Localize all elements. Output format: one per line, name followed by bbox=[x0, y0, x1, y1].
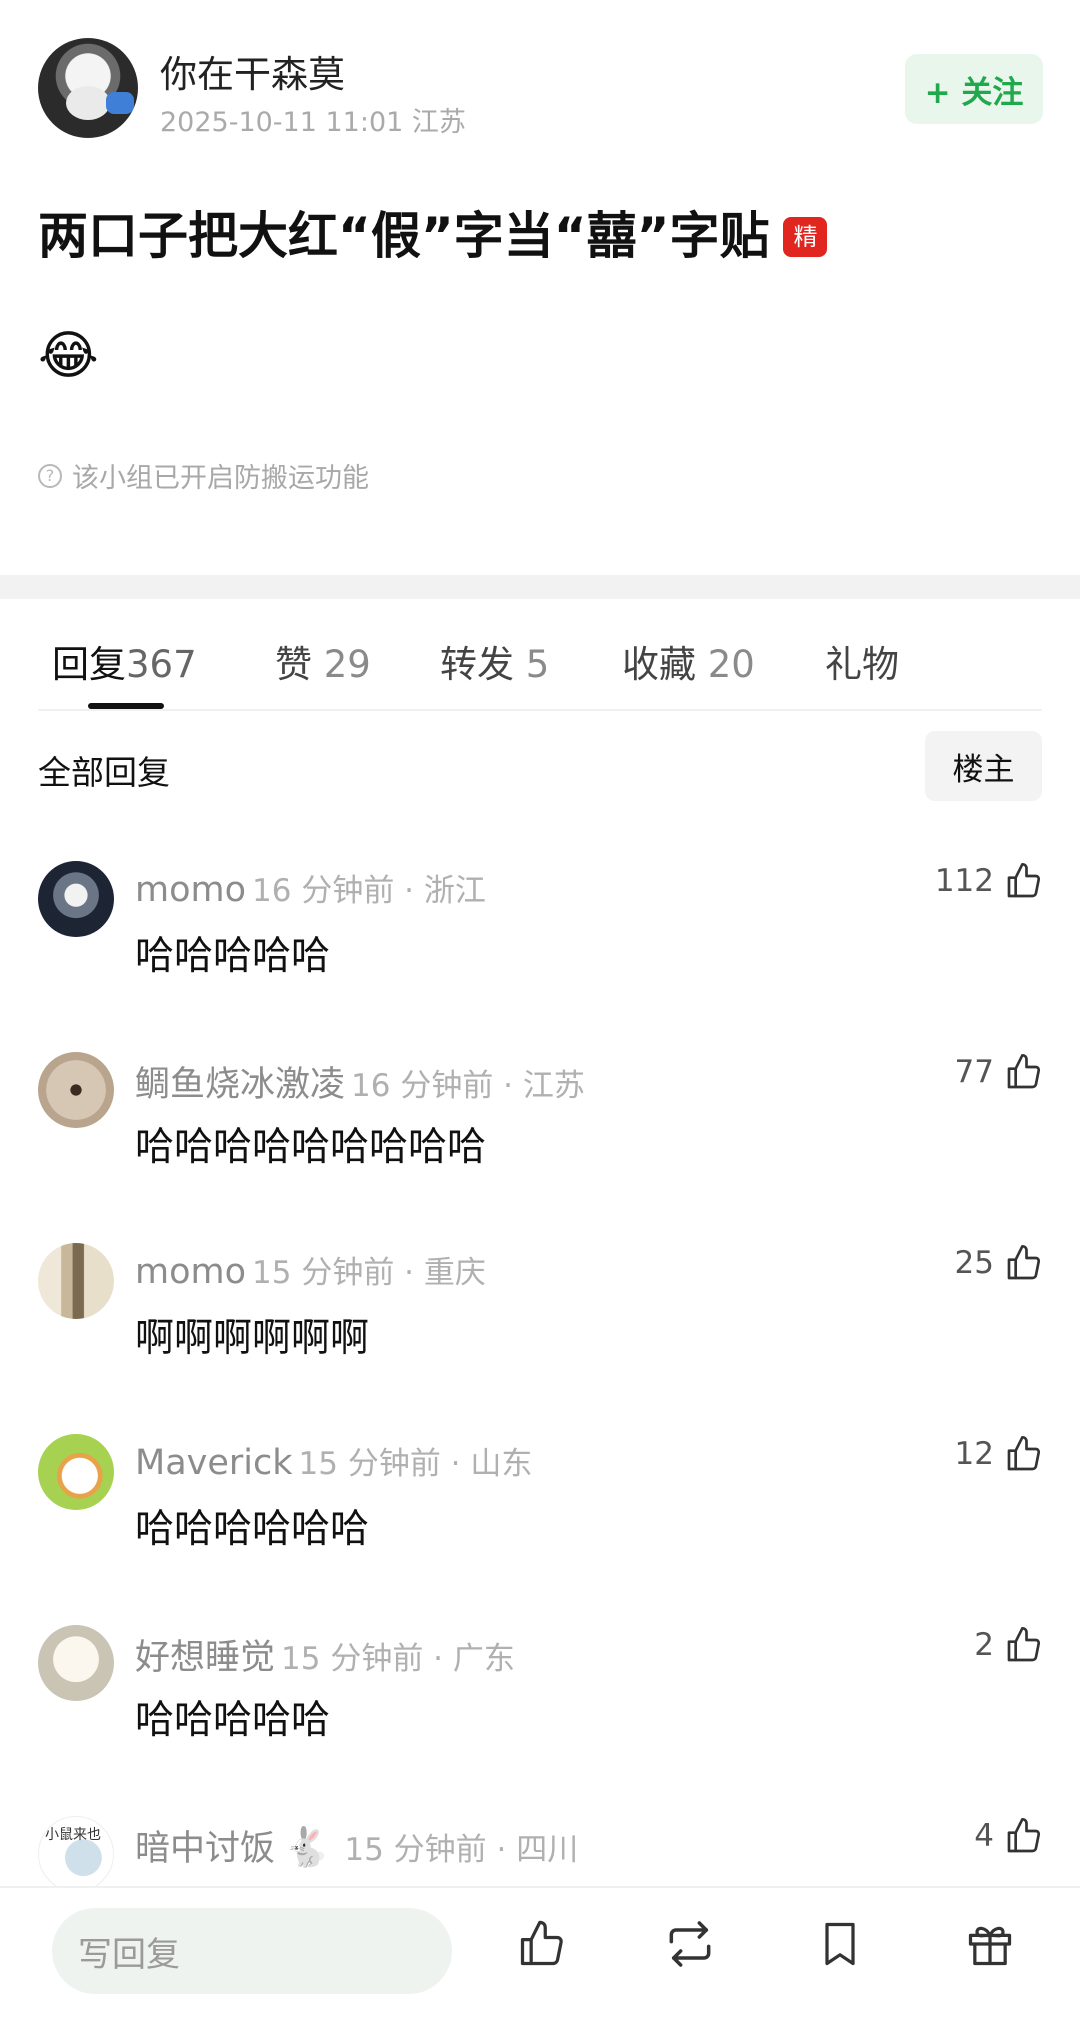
author-avatar[interactable] bbox=[38, 38, 138, 138]
like-count: 4 bbox=[974, 1818, 994, 1854]
comment-meta: 15 分钟前 · 山东 bbox=[298, 1446, 533, 1482]
comment-meta: 16 分钟前 · 江苏 bbox=[351, 1068, 585, 1104]
comment-text: 哈哈哈哈哈 bbox=[135, 1698, 331, 1743]
thumbs-up-icon bbox=[1007, 1054, 1041, 1089]
all-replies-heading: 全部回复 bbox=[38, 753, 170, 792]
section-divider bbox=[0, 575, 1080, 599]
tab-count: 5 bbox=[525, 643, 550, 686]
tab-replies[interactable]: 回复367 bbox=[52, 634, 197, 688]
thumbs-up-icon bbox=[1007, 1627, 1041, 1662]
comment-item[interactable]: momo 16 分钟前 · 浙江 哈哈哈哈哈 112 bbox=[0, 861, 1080, 1051]
tab-likes[interactable]: 赞 29 bbox=[275, 634, 371, 688]
commenter-name[interactable]: 好想睡觉 bbox=[135, 1638, 275, 1678]
comment-like-button[interactable]: 77 bbox=[955, 1052, 1044, 1092]
tab-label: 收藏 bbox=[622, 643, 696, 686]
comment-header: momo 15 分钟前 · 重庆 bbox=[135, 1247, 486, 1292]
question-icon: ? bbox=[38, 463, 62, 488]
comment-like-button[interactable]: 25 bbox=[955, 1243, 1044, 1283]
commenter-avatar[interactable] bbox=[38, 1243, 114, 1319]
comment-like-button[interactable]: 112 bbox=[935, 861, 1044, 901]
thumbs-up-icon bbox=[1007, 863, 1041, 898]
post-title-text: 两口子把大红“假”字当“囍”字贴 bbox=[38, 207, 770, 265]
tab-reposts[interactable]: 转发 5 bbox=[440, 634, 549, 688]
commenter-name[interactable]: momo bbox=[135, 870, 246, 910]
comment-header: 暗中讨饭 🐇 15 分钟前 · 四川 bbox=[135, 1820, 578, 1871]
notice-text: 该小组已开启防搬运功能 bbox=[72, 463, 369, 494]
interaction-tabs: 回复367 赞 29 转发 5 收藏 20 礼物 bbox=[0, 600, 1080, 710]
like-count: 77 bbox=[954, 1054, 994, 1090]
bookmark-icon bbox=[825, 1922, 855, 1966]
tab-label: 赞 bbox=[275, 643, 312, 686]
tabs-divider bbox=[38, 709, 1042, 711]
comment-item[interactable]: 好想睡觉 15 分钟前 · 广东 哈哈哈哈哈 2 bbox=[0, 1625, 1080, 1815]
comment-meta: 15 分钟前 · 四川 bbox=[344, 1832, 579, 1868]
comment-item[interactable]: momo 15 分钟前 · 重庆 啊啊啊啊啊啊 25 bbox=[0, 1243, 1080, 1433]
avatar-text: 小鼠来也 bbox=[45, 1827, 101, 1843]
like-count: 12 bbox=[954, 1436, 994, 1472]
like-count: 2 bbox=[974, 1627, 994, 1663]
comment-text: 哈哈哈哈哈哈哈哈哈 bbox=[135, 1125, 487, 1170]
commenter-name[interactable]: momo bbox=[135, 1252, 246, 1292]
post-meta: 2025-10-11 11:01 江苏 bbox=[160, 107, 466, 138]
anti-repost-notice[interactable]: ? 该小组已开启防搬运功能 bbox=[38, 456, 369, 495]
follow-button[interactable]: + 关注 bbox=[905, 54, 1043, 124]
comment-like-button[interactable]: 4 bbox=[974, 1816, 1044, 1856]
comment-text: 啊啊啊啊啊啊 bbox=[135, 1316, 370, 1361]
favorite-button[interactable] bbox=[812, 1916, 868, 1972]
tab-favorites[interactable]: 收藏 20 bbox=[622, 634, 755, 688]
like-post-button[interactable] bbox=[514, 1916, 570, 1972]
tab-label: 转发 bbox=[440, 643, 514, 686]
featured-badge: 精 bbox=[783, 217, 828, 257]
comment-header: 好想睡觉 15 分钟前 · 广东 bbox=[135, 1629, 515, 1680]
commenter-avatar[interactable] bbox=[38, 861, 114, 937]
tab-count: 29 bbox=[323, 643, 371, 686]
comment-like-button[interactable]: 12 bbox=[955, 1434, 1044, 1474]
tab-count: 20 bbox=[707, 643, 755, 686]
avatar-muzzle bbox=[66, 86, 110, 120]
tab-gifts[interactable]: 礼物 bbox=[825, 634, 899, 688]
commenter-avatar[interactable] bbox=[38, 1434, 114, 1510]
comment-meta: 16 分钟前 · 浙江 bbox=[252, 873, 486, 909]
rabbit-badge-icon: 🐇 bbox=[283, 1825, 331, 1869]
comment-text: 哈哈哈哈哈 bbox=[135, 934, 331, 979]
comment-item[interactable]: Maverick 15 分钟前 · 山东 哈哈哈哈哈哈 12 bbox=[0, 1434, 1080, 1624]
thumbs-up-icon bbox=[520, 1920, 563, 1966]
commenter-avatar[interactable] bbox=[38, 1052, 114, 1128]
comment-text: 哈哈哈哈哈哈 bbox=[135, 1507, 370, 1552]
op-only-filter-button[interactable]: 楼主 bbox=[925, 731, 1042, 801]
post-body-emoji: 😂 bbox=[38, 326, 99, 386]
thumbs-up-icon bbox=[1007, 1245, 1041, 1280]
comment-header: Maverick 15 分钟前 · 山东 bbox=[135, 1438, 532, 1483]
gift-icon bbox=[968, 1926, 1012, 1966]
thumbs-up-icon bbox=[1007, 1818, 1041, 1853]
repost-button[interactable] bbox=[662, 1916, 718, 1972]
like-count: 112 bbox=[934, 863, 994, 899]
post-header: 你在干森莫 2025-10-11 11:01 江苏 + 关注 两口子把大红“假”… bbox=[0, 0, 1080, 575]
comment-item[interactable]: 鲷鱼烧冰激凌 16 分钟前 · 江苏 哈哈哈哈哈哈哈哈哈 77 bbox=[0, 1052, 1080, 1242]
avatar-toy bbox=[106, 92, 134, 114]
comment-header: momo 16 分钟前 · 浙江 bbox=[135, 865, 486, 910]
commenter-name[interactable]: Maverick bbox=[135, 1443, 293, 1483]
commenter-avatar[interactable]: 小鼠来也 bbox=[38, 1816, 114, 1892]
tab-count: 367 bbox=[126, 643, 197, 686]
like-count: 25 bbox=[954, 1245, 994, 1281]
comment-meta: 15 分钟前 · 广东 bbox=[281, 1641, 515, 1677]
tab-label: 礼物 bbox=[825, 643, 899, 686]
thumbs-up-icon bbox=[1007, 1436, 1041, 1471]
repost-icon bbox=[669, 1921, 711, 1967]
commenter-name[interactable]: 暗中讨饭 bbox=[135, 1829, 275, 1869]
commenter-name[interactable]: 鲷鱼烧冰激凌 bbox=[135, 1065, 345, 1105]
comment-like-button[interactable]: 2 bbox=[974, 1625, 1044, 1665]
author-name[interactable]: 你在干森莫 bbox=[160, 44, 345, 98]
post-title: 两口子把大红“假”字当“囍”字贴精 bbox=[38, 196, 828, 268]
reply-input[interactable]: 写回复 bbox=[52, 1908, 452, 1994]
gift-button[interactable] bbox=[962, 1916, 1018, 1972]
tab-label: 回复 bbox=[52, 643, 126, 686]
comment-meta: 15 分钟前 · 重庆 bbox=[252, 1255, 486, 1291]
commenter-avatar[interactable] bbox=[38, 1625, 114, 1701]
bottom-action-bar: 写回复 bbox=[0, 1886, 1080, 2024]
comment-header: 鲷鱼烧冰激凌 16 分钟前 · 江苏 bbox=[135, 1056, 585, 1107]
